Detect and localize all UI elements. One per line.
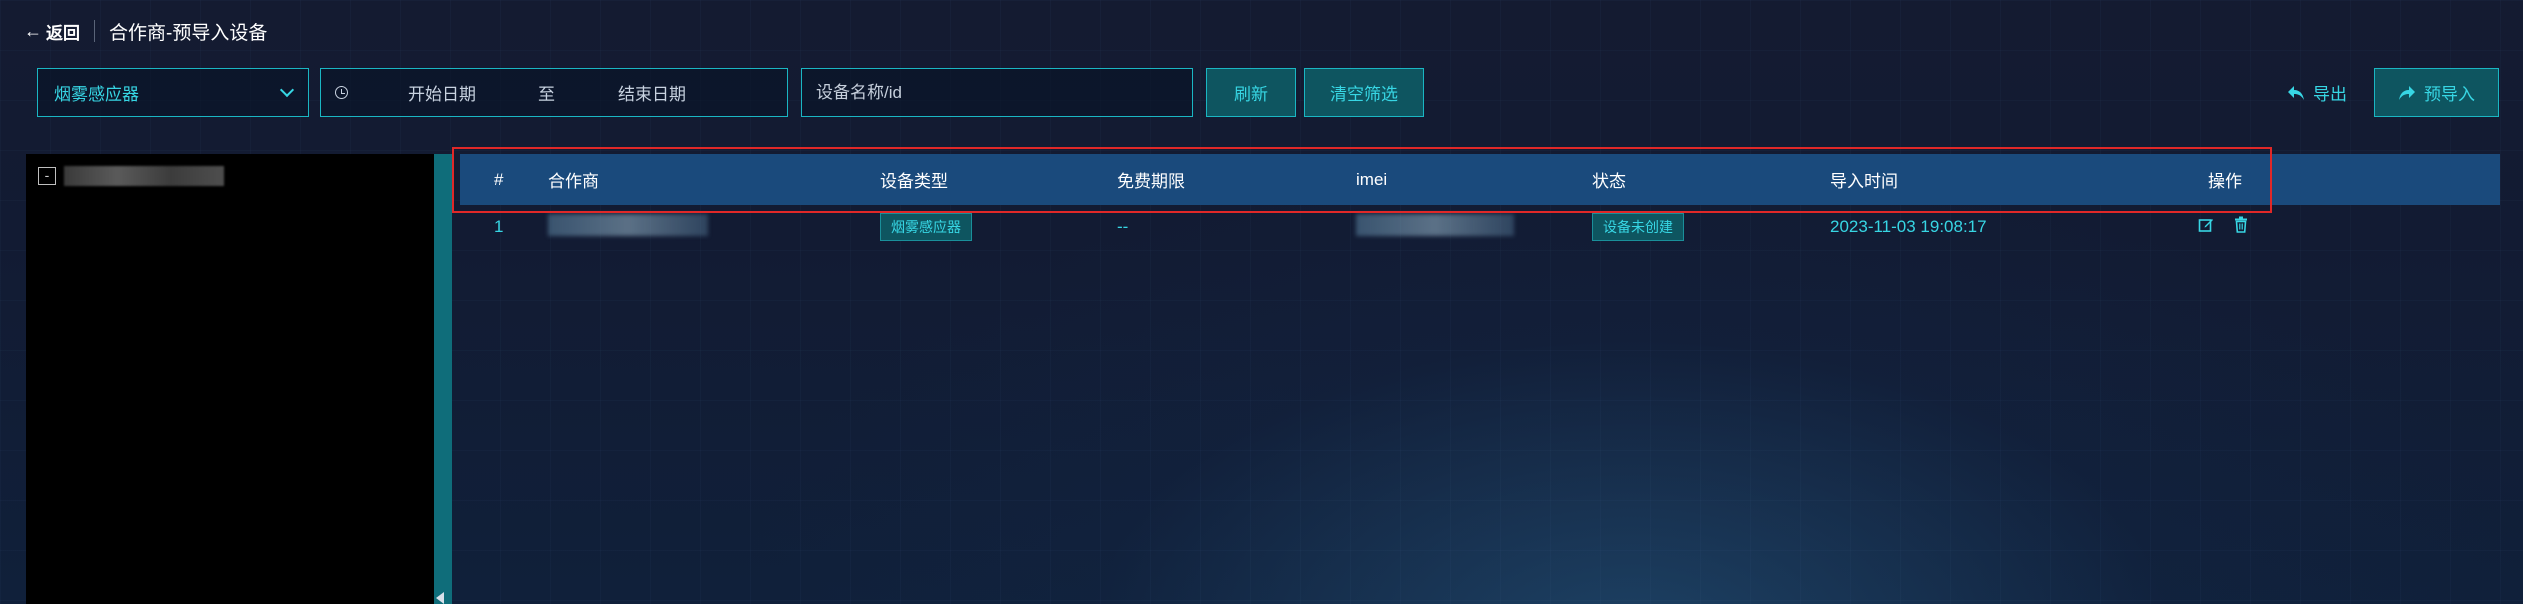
collapse-toggle[interactable]: - (38, 167, 56, 185)
column-header-import-time: 导入时间 (1830, 172, 1898, 191)
column-header-free-period: 免费期限 (1117, 172, 1185, 191)
row-index: 1 (494, 217, 504, 236)
date-separator: 至 (538, 85, 555, 104)
column-header-imei: imei (1356, 169, 1388, 189)
collapse-caret-icon[interactable] (436, 592, 444, 604)
refresh-button[interactable]: 刷新 (1206, 68, 1296, 117)
status-badge: 设备未创建 (1592, 213, 1684, 241)
column-header-device-type: 设备类型 (880, 172, 948, 191)
date-range-picker[interactable]: 开始日期 至 结束日期 (320, 68, 788, 117)
partner-tree-panel: - (26, 154, 434, 604)
arrow-left-icon: ← (24, 20, 42, 41)
export-button[interactable]: 导出 (2277, 68, 2357, 117)
share-icon (2399, 85, 2415, 100)
delete-icon[interactable] (2233, 216, 2249, 238)
row-imei-redacted (1356, 214, 1514, 241)
search-input[interactable] (801, 68, 1193, 117)
device-type-tag: 烟雾感应器 (880, 213, 972, 241)
column-header-index: # (494, 169, 504, 189)
tree-node[interactable]: - (38, 166, 224, 186)
row-status: 设备未创建 (1592, 213, 1684, 241)
tree-node-label-redacted[interactable] (64, 166, 224, 186)
column-header-partner: 合作商 (548, 172, 599, 191)
back-button[interactable]: ← 返回 (24, 19, 80, 44)
preimport-button[interactable]: 预导入 (2374, 68, 2499, 117)
chevron-down-icon (279, 82, 295, 97)
column-header-actions: 操作 (2208, 172, 2242, 191)
clock-icon (335, 86, 348, 99)
row-import-time: 2023-11-03 19:08:17 (1830, 217, 1987, 236)
row-actions (2198, 216, 2263, 238)
edit-icon[interactable] (2198, 217, 2214, 238)
page-title: 合作商-预导入设备 (109, 22, 268, 44)
table-header: # 合作商 设备类型 免费期限 imei 状态 导入时间 操作 (460, 154, 2500, 205)
row-partner-redacted (548, 214, 708, 241)
clear-filter-button[interactable]: 清空筛选 (1304, 68, 1424, 117)
back-label: 返回 (46, 23, 80, 43)
table-row: 1 烟雾感应器 -- 设备未创建 2023-11-03 19:08:17 (460, 208, 2500, 248)
column-header-status: 状态 (1592, 172, 1626, 191)
preimport-label: 预导入 (2424, 85, 2475, 104)
page-header: ← 返回 合作商-预导入设备 (24, 16, 267, 46)
device-type-select[interactable]: 烟雾感应器 (37, 68, 309, 117)
date-end-field[interactable]: 结束日期 (618, 80, 686, 105)
row-device-type: 烟雾感应器 (880, 213, 972, 241)
export-label: 导出 (2313, 85, 2347, 104)
date-start-field[interactable]: 开始日期 (408, 80, 538, 105)
device-type-value: 烟雾感应器 (54, 85, 139, 104)
header-divider (94, 20, 95, 42)
panel-splitter[interactable] (434, 154, 452, 604)
reply-icon (2288, 85, 2304, 100)
row-free-period: -- (1117, 217, 1129, 236)
